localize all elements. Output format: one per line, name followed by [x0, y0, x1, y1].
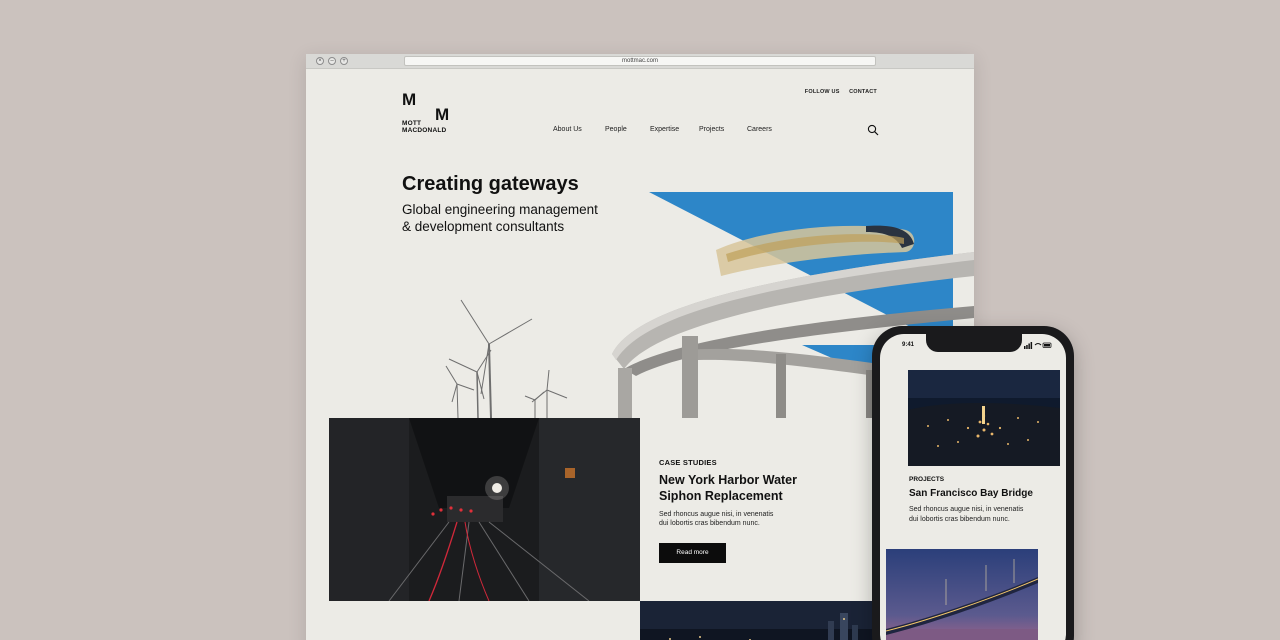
hero-subtitle-line1: Global engineering management — [402, 202, 598, 217]
search-icon[interactable] — [867, 124, 879, 136]
wifi-icon — [1034, 343, 1042, 346]
phone-body-line2: dui lobortis cras bibendum nunc. — [909, 515, 1010, 523]
phone-kicker: PROJECTS — [909, 476, 945, 483]
case-study-image — [329, 418, 640, 601]
logo-mark-left: M — [402, 90, 417, 109]
logo-text-line1: MOTT — [402, 120, 422, 127]
case-study-body: Sed rhoncus augue nisi, in venenatis dui… — [659, 510, 789, 528]
logo-text-line2: MACDONALD — [402, 127, 447, 134]
minimize-window-icon[interactable]: – — [328, 57, 336, 65]
maximize-window-icon[interactable]: + — [340, 57, 348, 65]
phone-mockup: 9:41 PROJECTS San Francisco Bay Bridge S… — [872, 326, 1074, 640]
wind-turbine-icon — [445, 299, 568, 419]
phone-title: San Francisco Bay Bridge — [909, 488, 1033, 499]
case-study-card: CASE STUDIES New York Harbor Water Sipho… — [659, 458, 849, 563]
nav-projects[interactable]: Projects — [699, 126, 747, 133]
hero-title: Creating gateways — [402, 173, 579, 195]
hero-subtitle: Global engineering management & developm… — [402, 201, 642, 235]
status-icons — [1024, 342, 1052, 349]
case-study-title: New York Harbor Water Siphon Replacement — [659, 472, 849, 504]
case-study-title-line2: Siphon Replacement — [659, 489, 783, 503]
read-more-button[interactable]: Read more — [659, 543, 726, 563]
follow-us-link[interactable]: FOLLOW US — [805, 89, 840, 95]
case-study-kicker: CASE STUDIES — [659, 458, 717, 467]
status-time: 9:41 — [902, 342, 915, 348]
signal-icon — [1024, 342, 1033, 349]
san-francisco-night-image — [908, 370, 1060, 466]
bay-bridge-image — [886, 549, 1038, 640]
utility-links: FOLLOW US CONTACT — [797, 89, 877, 95]
nav-careers[interactable]: Careers — [747, 126, 787, 133]
case-study-title-line1: New York Harbor Water — [659, 473, 798, 487]
phone-body: Sed rhoncus augue nisi, in venenatis dui… — [909, 505, 1059, 524]
nav-expertise[interactable]: Expertise — [650, 126, 699, 133]
phone-screen: 9:41 PROJECTS San Francisco Bay Bridge S… — [880, 334, 1066, 640]
browser-chrome: × – + mottmac.com — [306, 54, 974, 69]
case-study-body-line2: dui lobortis cras bibendum nunc. — [659, 520, 760, 527]
hero-subtitle-line2: & development consultants — [402, 219, 565, 234]
phone-notch — [926, 334, 1022, 352]
site-logo[interactable]: M M MOTT MACDONALD — [402, 90, 458, 136]
nav-about-us[interactable]: About Us — [553, 126, 605, 133]
main-nav: About Us People Expertise Projects Caree… — [553, 126, 787, 133]
logo-text: MOTT MACDONALD — [402, 120, 446, 134]
close-window-icon[interactable]: × — [316, 57, 324, 65]
phone-body-line1: Sed rhoncus augue nisi, in venenatis — [909, 506, 1024, 513]
contact-link[interactable]: CONTACT — [849, 89, 877, 95]
case-study-body-line1: Sed rhoncus augue nisi, in venenatis — [659, 511, 774, 518]
nav-people[interactable]: People — [605, 126, 650, 133]
url-bar[interactable]: mottmac.com — [404, 56, 876, 66]
